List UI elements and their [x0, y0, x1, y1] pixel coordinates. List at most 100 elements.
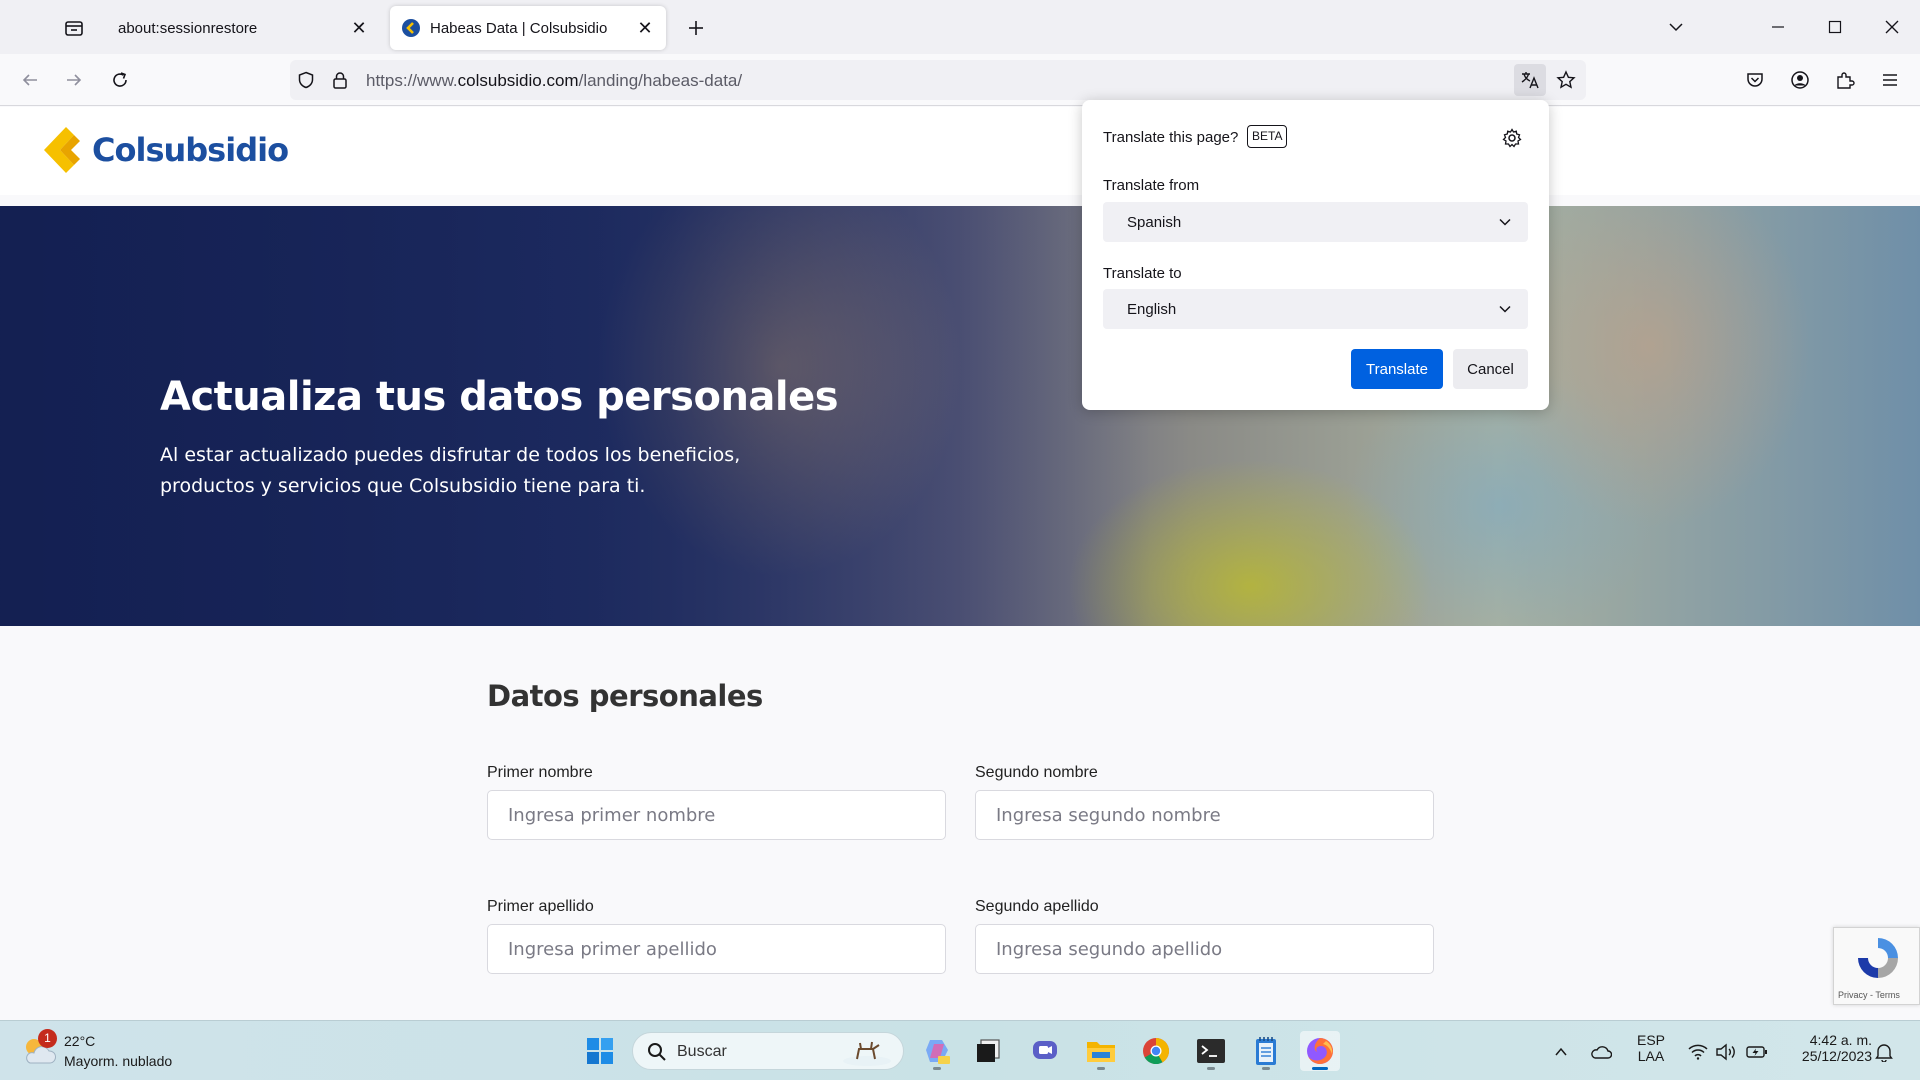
- taskbar-task-view[interactable]: [968, 1031, 1008, 1071]
- language-code: ESP: [1636, 1032, 1665, 1048]
- tab-title: Habeas Data | Colsubsidio: [430, 19, 608, 37]
- site-security-button[interactable]: [324, 64, 356, 96]
- translate-from-select[interactable]: Spanish: [1103, 202, 1528, 242]
- bell-icon: [1875, 1044, 1893, 1062]
- search-highlight-reindeer-icon: [843, 1041, 891, 1066]
- keyboard-layout: LAA: [1637, 1048, 1665, 1064]
- notepad-icon: [1256, 1037, 1276, 1065]
- weather-widget[interactable]: 1 22°C Mayorm. nublado: [20, 1029, 210, 1073]
- translate-popup-title: Translate this page?: [1103, 129, 1239, 146]
- taskbar-notepad[interactable]: [1246, 1031, 1286, 1071]
- first-surname-label: Primer apellido: [487, 898, 594, 915]
- translate-to-select[interactable]: English: [1103, 289, 1528, 329]
- browser-tab-bar: about:sessionrestore ✕ Habeas Data | Col…: [0, 0, 1920, 54]
- wifi-icon: [1688, 1044, 1708, 1060]
- reload-button[interactable]: [102, 62, 138, 98]
- account-icon: [1791, 71, 1809, 89]
- second-name-input[interactable]: [975, 790, 1434, 840]
- translate-from-label: Translate from: [1103, 177, 1200, 194]
- search-icon: [648, 1043, 666, 1061]
- weather-description: Mayorm. nublado: [64, 1053, 173, 1069]
- recaptcha-icon: [1858, 938, 1898, 978]
- logo-text: Colsubsidio: [92, 131, 289, 169]
- list-all-tabs-button[interactable]: [1656, 8, 1696, 46]
- running-indicator: [1097, 1067, 1105, 1070]
- onedrive-tray-button[interactable]: [1588, 1039, 1614, 1065]
- translate-settings-button[interactable]: [1496, 122, 1528, 154]
- bookmark-page-button[interactable]: [1550, 64, 1582, 96]
- first-name-label: Primer nombre: [487, 764, 593, 781]
- second-surname-input[interactable]: [975, 924, 1434, 974]
- tab-habeas-data[interactable]: Habeas Data | Colsubsidio ✕: [390, 6, 666, 50]
- close-tab-icon[interactable]: ✕: [346, 15, 372, 41]
- taskbar-chrome[interactable]: [1136, 1031, 1176, 1071]
- speaker-icon: [1716, 1043, 1735, 1061]
- extensions-button[interactable]: [1827, 62, 1863, 98]
- translate-page-button[interactable]: [1514, 64, 1546, 96]
- tab-sessionrestore[interactable]: about:sessionrestore ✕: [104, 6, 380, 50]
- colsubsidio-logo[interactable]: Colsubsidio: [44, 127, 289, 173]
- cancel-button[interactable]: Cancel: [1453, 349, 1528, 389]
- translate-to-value: English: [1127, 301, 1177, 318]
- taskbar-search-box[interactable]: Buscar: [632, 1032, 904, 1070]
- terminal-icon: [1197, 1039, 1225, 1063]
- new-tab-button[interactable]: [680, 12, 712, 44]
- battery-tray-button[interactable]: [1744, 1039, 1770, 1065]
- pocket-button[interactable]: [1737, 62, 1773, 98]
- first-name-input[interactable]: [487, 790, 946, 840]
- weather-temperature: 22°C: [64, 1033, 96, 1049]
- url-text: https://www.colsubsidio.com/landing/habe…: [366, 71, 743, 90]
- notifications-button[interactable]: [1871, 1039, 1897, 1065]
- translate-from-value: Spanish: [1127, 214, 1182, 231]
- star-icon: [1556, 70, 1576, 89]
- close-tab-icon[interactable]: ✕: [632, 15, 658, 41]
- battery-charging-icon: [1746, 1046, 1767, 1058]
- weather-alert-badge: 1: [38, 1029, 57, 1048]
- tab-list-icon: [65, 21, 83, 36]
- minimize-icon: [1772, 26, 1784, 28]
- form-title: Datos personales: [487, 679, 763, 713]
- running-indicator: [1262, 1067, 1270, 1070]
- recaptcha-badge[interactable]: Privacy - Terms: [1833, 927, 1920, 1005]
- tracking-protection-button[interactable]: [290, 64, 322, 96]
- firefox-view-button[interactable]: [56, 12, 92, 44]
- cloud-icon: [1591, 1046, 1612, 1059]
- first-surname-input[interactable]: [487, 924, 946, 974]
- arrow-right-icon: [67, 74, 82, 86]
- maximize-button[interactable]: [1815, 8, 1855, 46]
- second-surname-label: Segundo apellido: [975, 898, 1099, 915]
- puzzle-icon: [1837, 72, 1855, 89]
- back-button[interactable]: [12, 62, 48, 98]
- start-button[interactable]: [580, 1031, 620, 1071]
- folder-icon: [1087, 1042, 1115, 1062]
- translate-button[interactable]: Translate: [1351, 349, 1443, 389]
- show-hidden-icons-button[interactable]: [1548, 1039, 1574, 1065]
- forward-button[interactable]: [56, 62, 92, 98]
- clock[interactable]: 4:42 a. m. 25/12/2023: [1782, 1032, 1872, 1064]
- plus-icon: [689, 21, 703, 35]
- account-button[interactable]: [1782, 62, 1818, 98]
- app-menu-button[interactable]: [1872, 62, 1908, 98]
- network-tray-button[interactable]: [1685, 1039, 1711, 1065]
- windows-taskbar: 1 22°C Mayorm. nublado Buscar ESP LAA 4:…: [0, 1020, 1920, 1080]
- close-window-button[interactable]: [1872, 8, 1912, 46]
- taskbar-file-explorer[interactable]: [1081, 1031, 1121, 1071]
- hero-banner: Actualiza tus datos personales Al estar …: [0, 206, 1920, 626]
- tab-title: about:sessionrestore: [118, 19, 258, 37]
- hero-title: Actualiza tus datos personales: [160, 374, 839, 420]
- clock-time: 4:42 a. m.: [1809, 1032, 1872, 1048]
- lock-icon: [333, 72, 347, 89]
- running-indicator: [933, 1067, 941, 1070]
- clock-date: 25/12/2023: [1801, 1048, 1872, 1064]
- taskbar-copilot-preview[interactable]: [917, 1031, 957, 1071]
- taskbar-terminal[interactable]: [1191, 1031, 1231, 1071]
- minimize-button[interactable]: [1758, 8, 1798, 46]
- chevron-up-icon: [1555, 1047, 1567, 1056]
- address-bar[interactable]: https://www.colsubsidio.com/landing/habe…: [290, 60, 1586, 100]
- volume-tray-button[interactable]: [1713, 1039, 1739, 1065]
- taskbar-teams-chat[interactable]: [1025, 1031, 1065, 1071]
- recaptcha-terms-link[interactable]: Privacy - Terms: [1838, 990, 1900, 1000]
- chrome-icon: [1143, 1038, 1170, 1065]
- taskbar-firefox[interactable]: [1300, 1031, 1340, 1071]
- input-language-indicator[interactable]: ESP LAA: [1633, 1032, 1669, 1064]
